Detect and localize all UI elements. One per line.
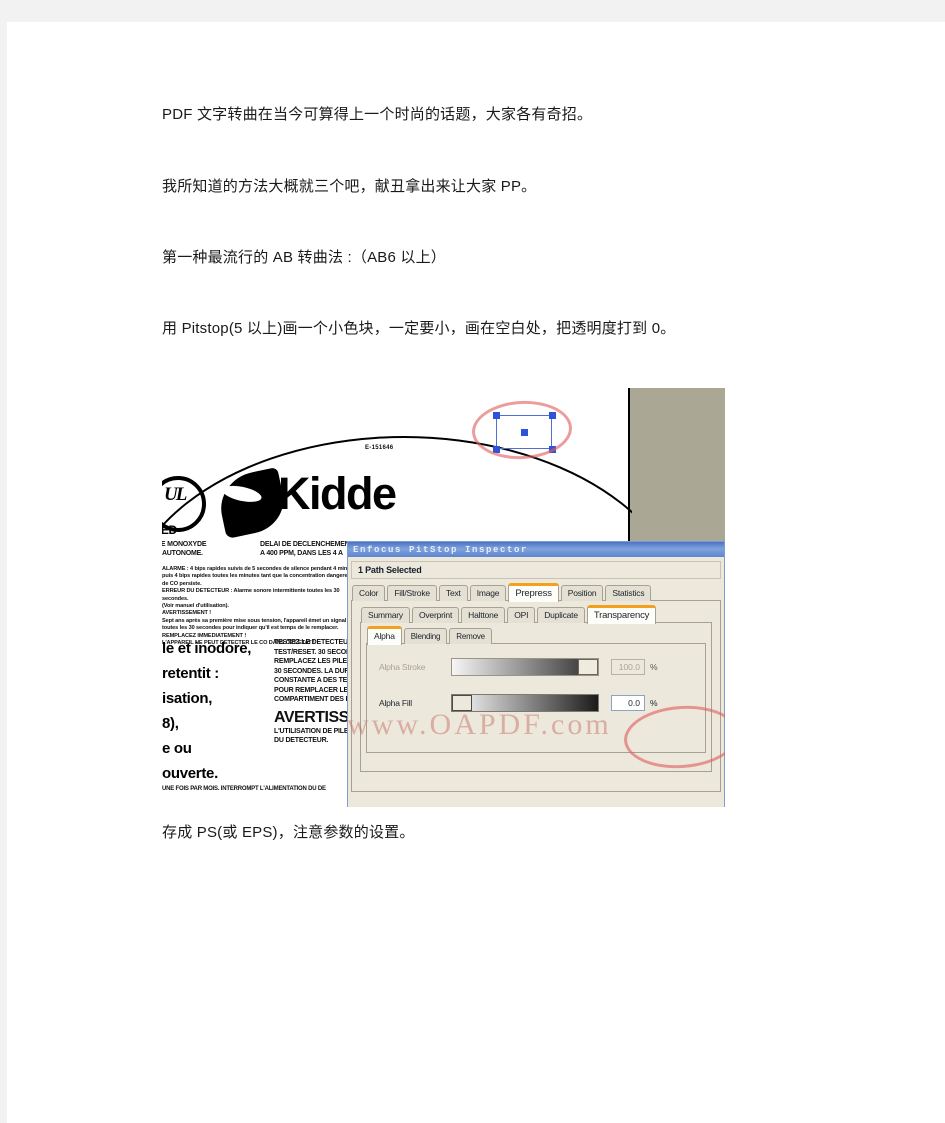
label-bottom-line: UNE FOIS PAR MOIS. INTERROMPT L'ALIMENTA… [162,786,326,792]
label-french-col-a: DE MONOXYDE E AUTONOME. [162,541,207,557]
tab-statistics[interactable]: Statistics [605,585,652,601]
tab-halftone[interactable]: Halttone [461,607,506,623]
alpha-stroke-value[interactable]: 100.0 [611,659,645,675]
alpha-stroke-label: Alpha Stroke [379,662,426,672]
inspector-window-title: Enfocus PitStop Inspector [353,544,529,555]
label-code: E-151646 [365,445,394,451]
alpha-fill-slider-knob[interactable] [452,695,472,711]
alpha-stroke-slider[interactable] [451,658,599,676]
ul-listed-text: TED [162,523,177,537]
tab-fill-stroke[interactable]: Fill/Stroke [387,585,437,601]
alpha-fill-label: Alpha Fill [379,698,412,708]
tab-transparency[interactable]: Transparency [586,605,657,624]
alpha-stroke-unit: % [650,662,658,672]
tab-duplicate[interactable]: Duplicate [537,607,585,623]
transparency-panel: Alpha Blending Remove Alpha Stroke 100.0… [360,622,712,772]
ul-letters: UL [164,484,187,505]
alpha-fill-unit: % [650,698,658,708]
paragraph-4: 用 Pitstop(5 以上)画一个小色块，一定要小，画在空白处，把透明度打到 … [162,320,676,337]
alpha-fill-slider[interactable] [451,694,599,712]
tab-prepress[interactable]: Prepress [508,583,559,602]
selection-handle-top-left[interactable] [493,412,500,419]
inspector-tabs-level2: Summary Overprint Halttone OPI Duplicate… [361,605,720,624]
alpha-fill-row: Alpha Fill 0.0 % [367,692,705,714]
screenshot-root: PDF 文字转曲在当今可算得上一个时尚的话题，大家各有奇招。 我所知道的方法大概… [0,0,945,1123]
selection-status-bar: 1 Path Selected [351,561,721,579]
tab-overprint[interactable]: Overprint [411,607,460,623]
pitstop-inspector-window[interactable]: Enfocus PitStop Inspector 1 Path Selecte… [347,541,725,807]
alpha-stroke-row: Alpha Stroke 100.0 % [367,656,705,678]
inspector-body: 1 Path Selected Color Fill/Stroke Text I… [348,561,724,807]
selection-handle-bottom-left[interactable] [493,446,500,453]
tab-color[interactable]: Color [352,585,386,601]
document-page: PDF 文字转曲在当今可算得上一个时尚的话题，大家各有奇招。 我所知道的方法大概… [7,22,945,1123]
selection-handle-center[interactable] [521,429,528,436]
tab-alpha[interactable]: Alpha [367,626,402,645]
tab-opi[interactable]: OPI [507,607,536,623]
label-middle-body: TESTEZ LE DETECTEUR TEST/RESET. 30 SECON… [274,639,354,703]
tab-remove[interactable]: Remove [449,628,492,644]
brand-name: Kidde [278,468,397,519]
paragraph-3: 第一种最流行的 AB 转曲法 :（AB6 以上） [162,249,447,266]
paragraph-5: 存成 PS(或 EPS)，注意参数的设置。 [162,824,415,841]
prepress-panel: Summary Overprint Halttone OPI Duplicate… [351,600,721,792]
paragraph-1: PDF 文字转曲在当今可算得上一个时尚的话题，大家各有奇招。 [162,106,593,123]
paragraph-2: 我所知道的方法大概就三个吧，献丑拿出来让大家 PP。 [162,178,537,195]
tab-summary[interactable]: Summary [361,607,410,623]
tab-blending[interactable]: Blending [403,628,448,644]
tab-text[interactable]: Text [438,585,468,601]
label-large-text-column: le et inodore, retentit : isation, 8), e… [162,640,252,782]
tab-position[interactable]: Position [560,585,604,601]
selection-handle-bottom-right[interactable] [549,446,556,453]
alpha-stroke-slider-knob[interactable] [578,659,598,675]
alpha-fill-value[interactable]: 0.0 [611,695,645,711]
inspector-tabs-level1: Color Fill/Stroke Text Image Prepress Po… [352,583,724,602]
selection-status-text: 1 Path Selected [358,565,422,575]
tab-image[interactable]: Image [469,585,507,601]
inspector-titlebar[interactable]: Enfocus PitStop Inspector [348,542,724,557]
embedded-screenshot: E-151646 UL TED Kidde DE MONOXYDE E AUTO… [162,388,725,807]
inspector-tabs-level3: Alpha Blending Remove [367,626,711,645]
selection-handle-top-right[interactable] [549,412,556,419]
alpha-group-box: Alpha Stroke 100.0 % Alpha Fill 0.0 % [366,643,706,753]
